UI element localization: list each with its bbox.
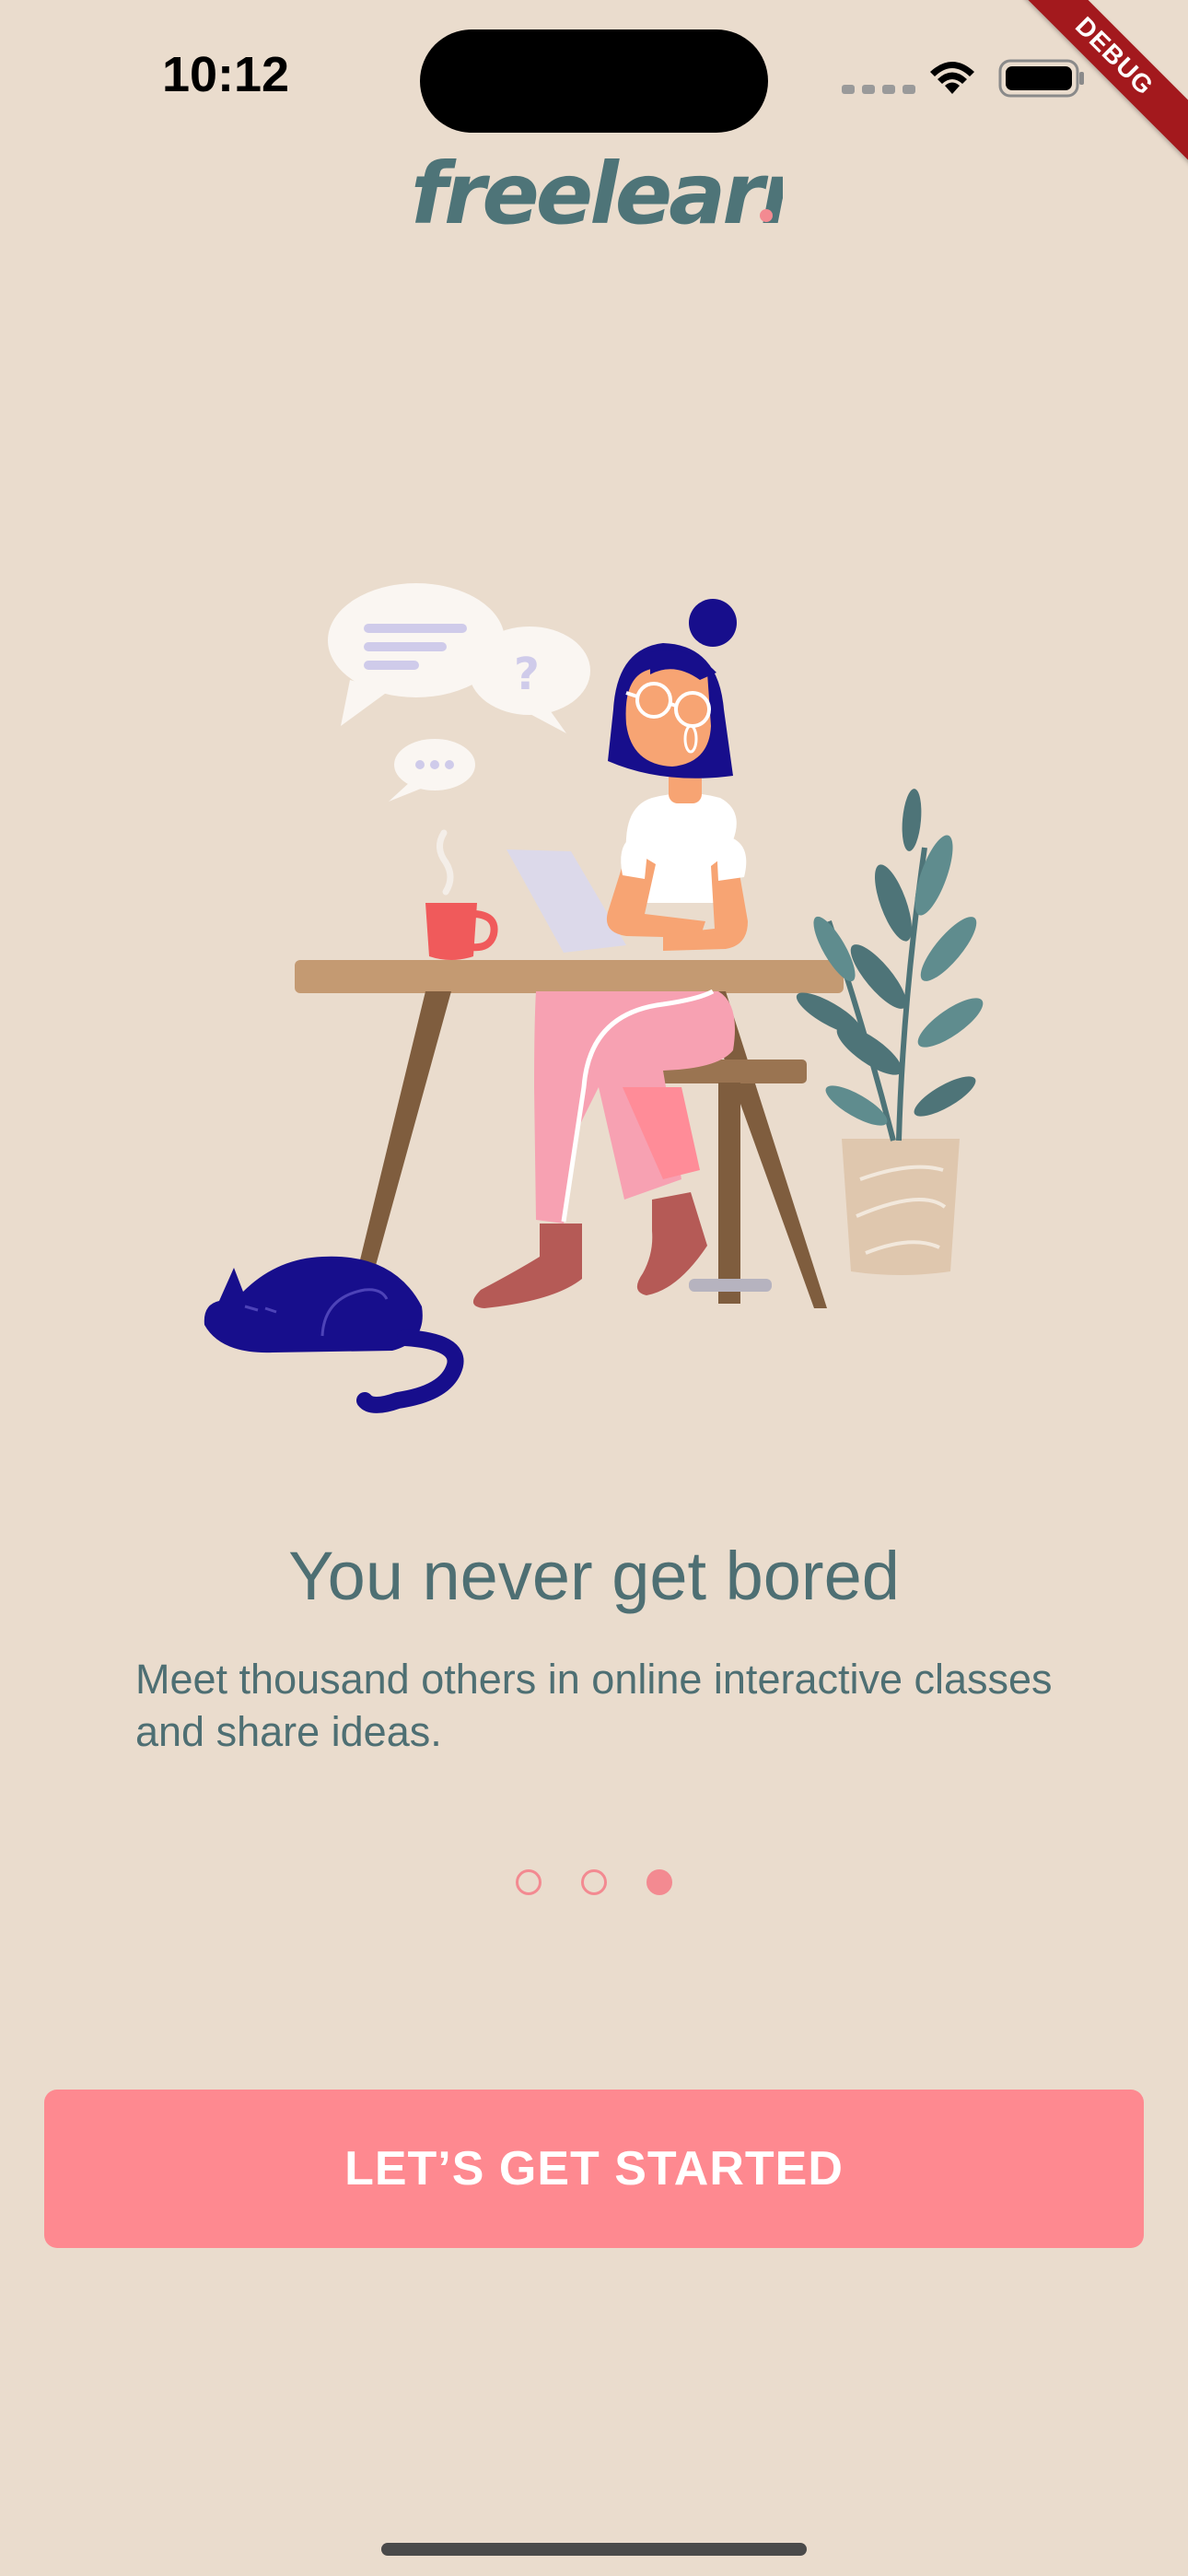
onboarding-title: You never get bored [288,1538,900,1614]
freelearn-logo: freelearn [405,138,821,249]
sleeping-cat-illustration [204,1256,464,1413]
desk-illustration [295,960,844,993]
onboarding-illustration: ? [184,571,1013,1419]
wifi-icon [930,62,974,94]
status-icons [829,53,1087,100]
get-started-button[interactable]: LET’S GET STARTED [44,2090,1144,2248]
svg-text:freelearn: freelearn [411,145,783,243]
page-dot-2[interactable] [581,1869,607,1895]
laptop-illustration [507,849,626,953]
page-dot-3-active[interactable] [646,1869,672,1895]
plant-illustration [796,789,984,1275]
battery-icon [998,59,1084,98]
onboarding-description: Meet thousand others in online interacti… [135,1656,1053,1755]
svg-text:?: ? [514,649,540,700]
cellular-signal-icon [842,85,915,94]
status-time: 10:12 [161,47,290,102]
home-indicator[interactable] [381,2543,807,2556]
dynamic-island [420,29,768,133]
coffee-mug-illustration [425,829,498,960]
page-indicator [516,1867,672,1898]
onboarding-screen: 10:12 DEBUG freelearn ? You never get bo… [0,0,1188,2576]
page-dot-1[interactable] [516,1869,542,1895]
speech-bubbles-illustration: ? [328,583,590,802]
